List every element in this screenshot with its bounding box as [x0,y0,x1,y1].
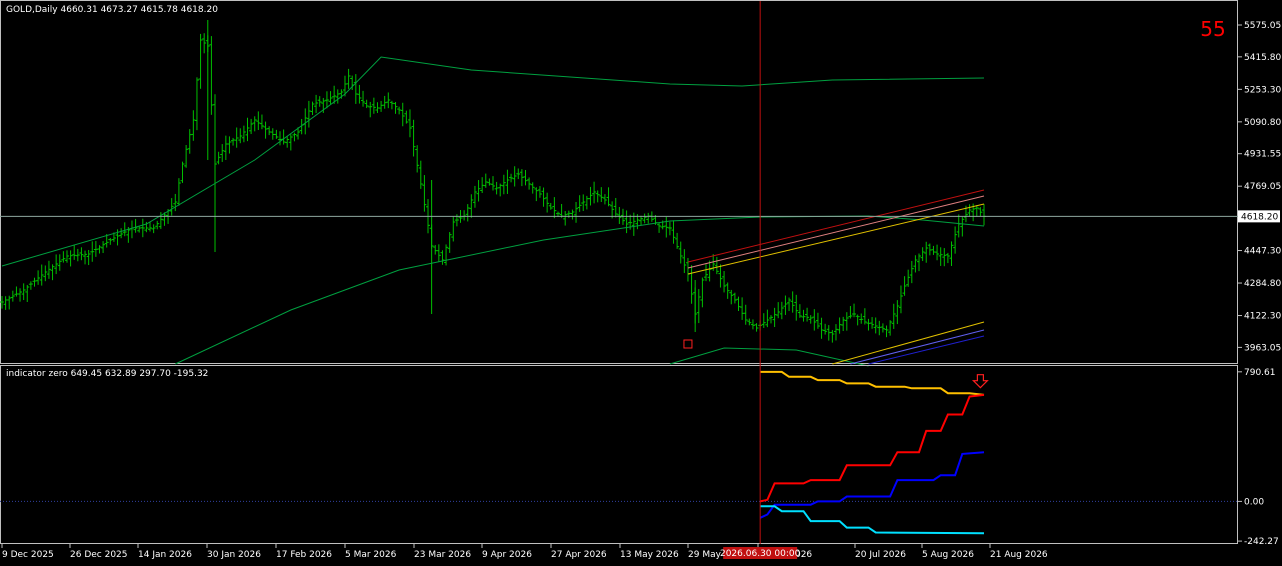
channel-line [687,195,985,269]
x-tick-label: 5 Mar 2026 [345,550,397,560]
indicator-series-line [759,393,985,503]
x-axis: 9 Dec 2025 26 Dec 2025 14 Jan 2026 30 Jan 2… [1,544,1048,560]
x-tick-label: 9 Dec 2025 [2,550,54,560]
channel-line [687,189,985,263]
price-tick-label: 4769.05 [1244,182,1281,192]
x-tick-label: 13 May 2026 [620,550,679,560]
price-tick-label: 4447.30 [1244,247,1281,257]
x-tick-label: 23 Mar 2026 [414,550,471,560]
indicator-tick-label: 0.00 [1244,497,1264,507]
moving-average-line [175,215,985,365]
cursor-date-label: 2026.06.30 00:00 [720,549,801,559]
indicator-series-line [760,505,985,535]
x-tick-label: 27 Apr 2026 [551,550,607,560]
channel-line [832,321,985,365]
x-tick-label: 20 Jul 2026 [855,550,906,560]
price-tick-label: 3963.05 [1244,343,1281,353]
x-tick-label: 21 Aug 2026 [990,550,1048,560]
x-tick-label: 14 Jan 2026 [138,550,192,560]
price-tick-label: 4931.55 [1244,150,1281,160]
price-tick-label: 4284.80 [1244,279,1281,289]
price-tick-label: 4122.30 [1244,312,1281,322]
x-tick-label: 17 Feb 2026 [276,550,332,560]
channel-line [850,329,985,365]
x-tick-label: 9 Apr 2026 [482,550,532,560]
indicator-tick-label: 790.61 [1244,368,1276,378]
price-tick-label: 5253.30 [1244,85,1281,95]
x-tick-label: 26 Dec 2025 [70,550,128,560]
price-tick-label: 5090.80 [1244,118,1281,128]
indicator-pane: 790.61 0.00 -242.27 [0,365,1279,547]
indicator-pane-header: indicator zero 649.45 632.89 297.70 -195… [6,369,208,379]
price-pane: 5575.05 5415.80 5253.30 5090.80 4931.55 4769.… [0,0,1281,367]
price-pane-header: GOLD,Daily 4660.31 4673.27 4615.78 4618.… [6,5,218,15]
indicator-series-line [759,451,985,519]
moving-average-line [1,56,985,267]
indicator-series-line [760,370,985,396]
x-tick-label: 30 Jan 2026 [207,550,261,560]
indicator-tick-label: -242.27 [1244,537,1279,547]
channel-line [868,335,985,365]
price-tick-label: 5575.05 [1244,21,1281,31]
bar-counter: 55 [1200,17,1225,41]
indicator-pane-frame [0,365,1238,544]
signal-marker-icon [683,339,693,349]
chart-canvas[interactable]: 5575.05 5415.80 5253.30 5090.80 4931.55 4769.… [0,0,1282,562]
channel-line [687,203,985,275]
current-price-label: 4618.20 [1241,212,1278,222]
down-arrow-icon [971,374,989,389]
price-tick-label: 5415.80 [1244,53,1281,63]
price-pane-frame [0,0,1238,364]
x-tick-label: 5 Aug 2026 [922,550,974,560]
trading-chart[interactable]: 5575.05 5415.80 5253.30 5090.80 4931.55 4769.… [0,0,1282,562]
